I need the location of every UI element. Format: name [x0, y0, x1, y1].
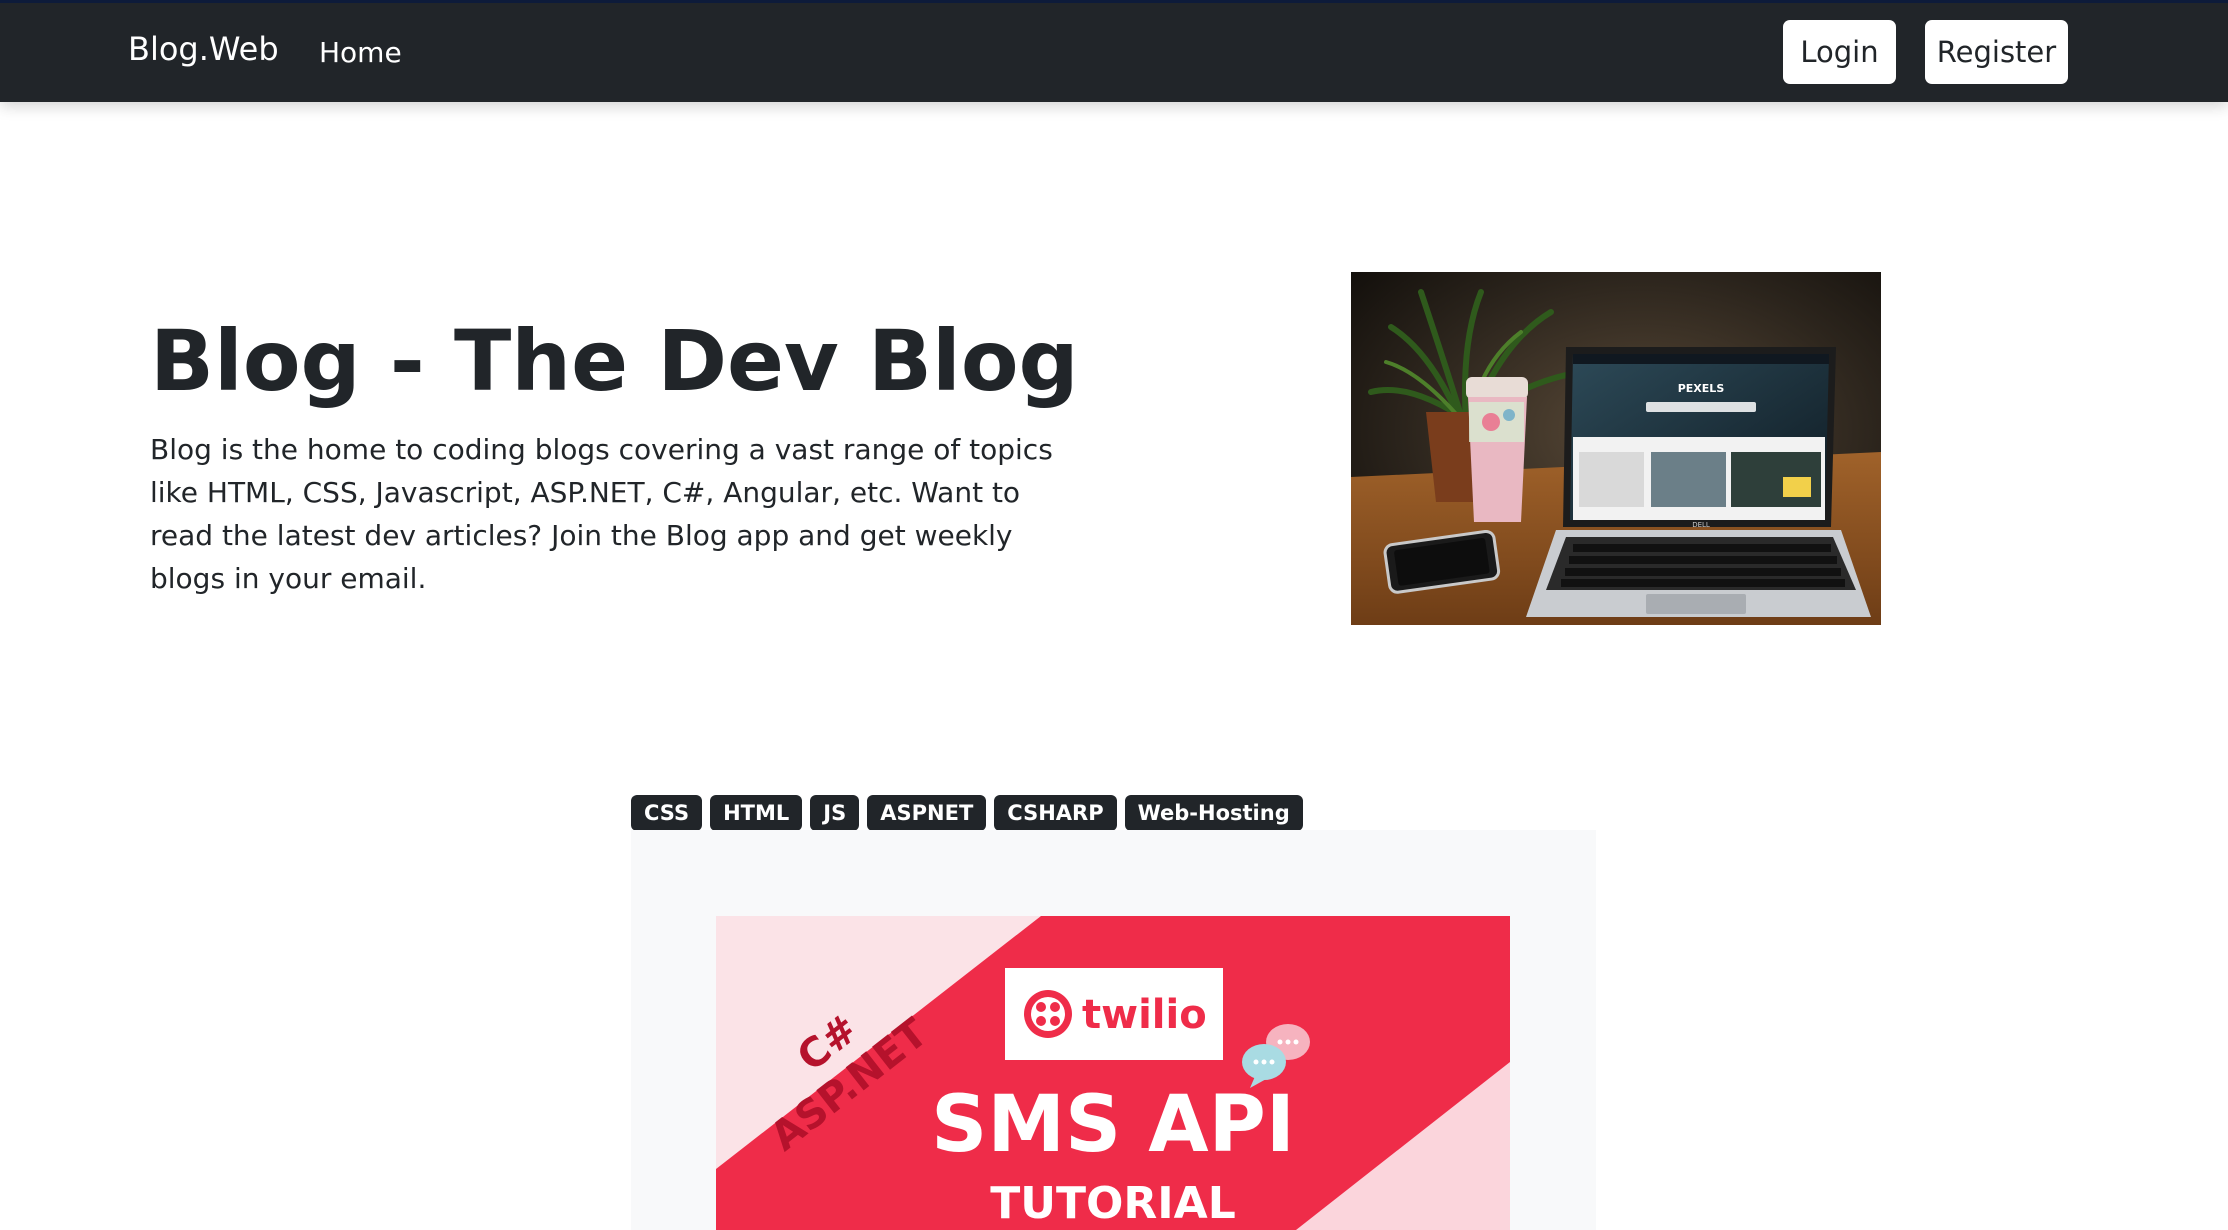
- laptop-screen-title: PEXELS: [1678, 382, 1725, 395]
- hero-description: Blog is the home to coding blogs coverin…: [150, 433, 1053, 595]
- banner-headline: SMS API: [931, 1080, 1295, 1170]
- laptop-brand: DELL: [1692, 521, 1710, 529]
- login-button[interactable]: Login: [1783, 20, 1896, 84]
- twilio-logo-icon: [1024, 990, 1072, 1038]
- twilio-logo-text: twilio: [1082, 992, 1207, 1038]
- banner-subheadline: TUTORIAL: [990, 1178, 1236, 1229]
- hero-image: PEXELS DELL: [1351, 272, 1881, 625]
- navbar: Blog.Web Home Login Register: [0, 0, 2228, 102]
- brand-link[interactable]: Blog.Web: [128, 30, 279, 68]
- tag-html[interactable]: HTML: [710, 795, 803, 831]
- post-banner-image[interactable]: C# ASP.NET twilio SMS API TUTORIAL: [716, 916, 1510, 1230]
- post-tags: CSS HTML JS ASPNET CSHARP Web-Hosting: [631, 795, 1303, 831]
- tag-aspnet[interactable]: ASPNET: [867, 795, 987, 831]
- tag-css[interactable]: CSS: [631, 795, 703, 831]
- hero-title: Blog - The Dev Blog: [150, 312, 1079, 410]
- nav-home-link[interactable]: Home: [319, 36, 402, 69]
- register-button[interactable]: Register: [1925, 20, 2068, 84]
- navbar-top-accent: [0, 0, 2228, 3]
- tag-web-hosting[interactable]: Web-Hosting: [1124, 795, 1303, 831]
- tag-csharp[interactable]: CSHARP: [994, 795, 1117, 831]
- tag-js[interactable]: JS: [810, 795, 860, 831]
